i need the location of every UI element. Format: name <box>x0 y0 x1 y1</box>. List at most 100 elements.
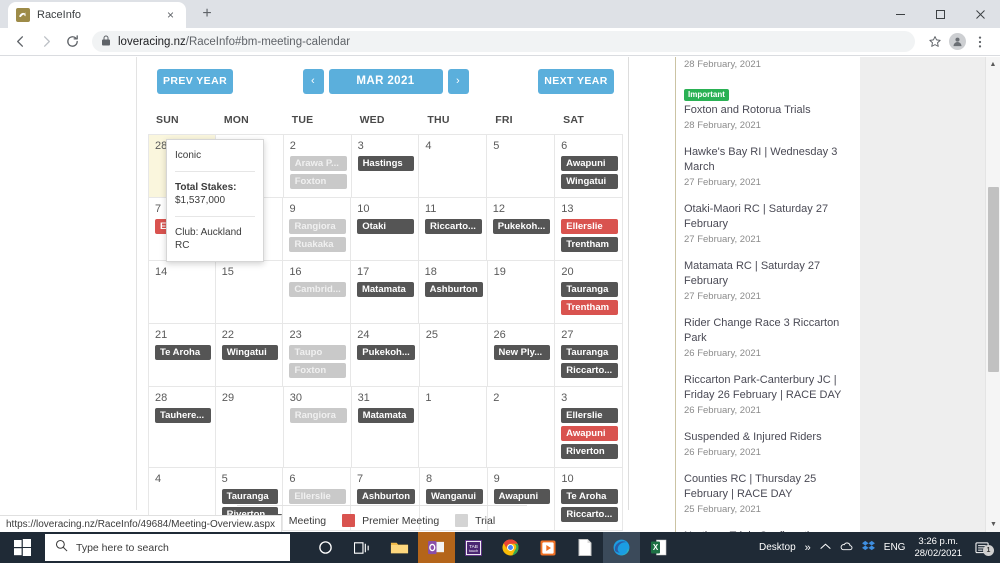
onedrive-icon[interactable] <box>840 541 853 555</box>
current-month-label[interactable]: MAR 2021 <box>328 68 443 94</box>
address-bar[interactable]: loveracing.nz/RaceInfo#bm-meeting-calend… <box>92 31 915 52</box>
calendar-day-cell[interactable]: 14 <box>148 261 216 324</box>
calendar-day-cell[interactable]: 29 <box>215 387 284 468</box>
meeting-badge-meeting[interactable]: Ashburton <box>424 282 483 297</box>
calendar-day-cell[interactable]: 31 Matamata <box>351 387 420 468</box>
calendar-day-cell[interactable]: 22 Wingatui <box>215 324 284 387</box>
language-indicator[interactable]: ENG <box>884 542 906 553</box>
tray-overflow-label[interactable]: » <box>805 542 811 554</box>
calendar-day-cell[interactable]: 10 Otaki <box>351 198 419 261</box>
news-item[interactable]: Important Foxton and Rotorua Trials 28 Feb… <box>684 84 850 132</box>
meeting-badge-trial[interactable]: Cambrid... <box>289 282 346 297</box>
meeting-badge-trial[interactable]: Taupo <box>289 345 347 360</box>
meeting-badge-meeting[interactable]: Hastings <box>357 156 415 171</box>
profile-avatar-icon[interactable] <box>949 33 966 50</box>
calendar-day-cell[interactable]: 21 Te Aroha <box>148 324 216 387</box>
news-title[interactable]: Riccarton Park-Canterbury JC | Friday 26… <box>684 373 850 403</box>
news-title[interactable]: Foxton and Rotorua Trials <box>684 103 850 118</box>
news-title[interactable]: Matamata RC | Saturday 27 February <box>684 259 850 289</box>
page-scrollbar[interactable]: ▲ ▼ <box>985 57 1000 532</box>
news-title[interactable]: Rider Change Race 3 Riccarton Park <box>684 316 850 346</box>
taskbar-clock[interactable]: 3:26 p.m. 28/02/2021 <box>914 536 962 560</box>
meeting-badge-meeting[interactable]: Tauranga <box>561 282 618 297</box>
news-item[interactable]: Counties RC | Thursday 25 February | RAC… <box>684 472 850 516</box>
calendar-day-cell[interactable]: 5 <box>487 135 556 198</box>
meeting-badge-meeting[interactable]: Matamata <box>357 408 415 423</box>
calendar-day-cell[interactable]: 17 Matamata <box>350 261 419 324</box>
meeting-badge-trial[interactable]: Foxton <box>289 363 347 378</box>
taskbar-search-input[interactable]: Type here to search <box>45 534 290 561</box>
file-explorer-icon[interactable] <box>381 532 418 563</box>
news-item[interactable]: Rider Change Race 3 Riccarton Park 26 Feb… <box>684 316 850 360</box>
meeting-badge-meeting[interactable]: Ashburton <box>356 489 416 504</box>
meeting-badge-trial[interactable]: Rangiora <box>289 219 347 234</box>
calendar-day-cell[interactable]: 3 Ellerslie Awapuni Riverton <box>555 387 623 468</box>
windows-start-icon[interactable] <box>0 532 44 563</box>
calendar-day-cell[interactable]: 19 <box>487 261 556 324</box>
new-tab-button[interactable]: + <box>194 1 220 27</box>
tab-raceinfo[interactable]: RaceInfo × <box>8 2 186 28</box>
meeting-badge-meeting[interactable]: Trentham <box>561 237 618 252</box>
meeting-badge-meeting[interactable]: Otaki <box>357 219 414 234</box>
notepad-icon[interactable] <box>566 532 603 563</box>
minimize-icon[interactable] <box>880 0 920 28</box>
news-title[interactable]: Suspended & Injured Riders <box>684 430 850 445</box>
media-player-icon[interactable] <box>529 532 566 563</box>
dropbox-icon[interactable] <box>861 540 875 555</box>
calendar-day-cell[interactable]: 24 Pukekoh... <box>351 324 420 387</box>
news-item[interactable]: Otaki-Maori RC | Saturday 27 February 27 … <box>684 202 850 246</box>
meeting-badge-meeting[interactable]: Riccarto... <box>424 219 482 234</box>
scroll-up-arrow-icon[interactable]: ▲ <box>986 57 1000 72</box>
news-item[interactable]: Matamata RC | Saturday 27 February 27 Feb… <box>684 259 850 303</box>
news-item[interactable]: Riccarton Park-Canterbury JC | Friday 26… <box>684 373 850 417</box>
notification-center-icon[interactable]: 1 <box>971 541 994 556</box>
calendar-day-cell[interactable]: 3 Hastings <box>351 135 420 198</box>
meeting-badge-meeting[interactable]: Pukekoh... <box>492 219 551 234</box>
calendar-day-cell[interactable]: 13 Ellerslie Trentham <box>555 198 623 261</box>
calendar-day-cell[interactable]: 27 Tauranga Riccarto... <box>555 324 623 387</box>
prev-month-button[interactable]: ‹ <box>302 68 324 94</box>
meeting-badge-meeting[interactable]: Pukekoh... <box>357 345 415 360</box>
news-item[interactable]: 28 February, 2021 <box>684 58 850 71</box>
calendar-day-cell[interactable]: 1 <box>419 387 488 468</box>
meeting-badge-meeting[interactable]: Tauranga <box>221 489 279 504</box>
calendar-day-cell[interactable]: 20 Tauranga Trentham <box>555 261 623 324</box>
meeting-badge-trial[interactable]: Ellerslie <box>289 489 346 504</box>
meeting-badge-premier[interactable]: Awapuni <box>561 426 618 441</box>
maximize-icon[interactable] <box>920 0 960 28</box>
meeting-badge-meeting[interactable]: Matamata <box>356 282 414 297</box>
news-title[interactable]: Counties RC | Thursday 25 February | RAC… <box>684 472 850 502</box>
reload-icon[interactable] <box>60 30 84 54</box>
show-hidden-icons-icon[interactable] <box>820 542 831 554</box>
meeting-badge-trial[interactable]: Rangiora <box>289 408 347 423</box>
calendar-day-cell[interactable]: 16 Cambrid... <box>283 261 351 324</box>
meeting-badge-premier[interactable]: Trentham <box>561 300 618 315</box>
chrome-icon[interactable] <box>492 532 529 563</box>
calendar-day-cell[interactable]: 11 Riccarto... <box>418 198 487 261</box>
next-year-button[interactable]: NEXT YEAR <box>538 68 614 94</box>
calendar-day-cell[interactable]: 18 Ashburton <box>418 261 488 324</box>
calendar-day-cell[interactable]: 28 Tauhere... <box>148 387 216 468</box>
meeting-badge-trial[interactable]: Ruakaka <box>289 237 347 252</box>
back-arrow-icon[interactable] <box>8 30 32 54</box>
meeting-badge-trial[interactable]: Arawa P... <box>289 156 347 171</box>
calendar-day-cell[interactable]: 12 Pukekoh... <box>486 198 556 261</box>
meeting-badge-meeting[interactable]: Tauhere... <box>155 408 211 423</box>
cortana-icon[interactable] <box>307 532 344 563</box>
tab-close-icon[interactable]: × <box>163 8 178 23</box>
task-view-icon[interactable] <box>344 532 381 563</box>
meeting-badge-meeting[interactable]: Riccarto... <box>561 507 618 522</box>
next-month-button[interactable]: › <box>447 68 469 94</box>
calendar-day-cell[interactable]: 6 Awapuni Wingatui <box>555 135 623 198</box>
meeting-badge-meeting[interactable]: Awapuni <box>493 489 551 504</box>
meeting-badge-meeting[interactable]: New Ply... <box>493 345 551 360</box>
three-dot-menu-icon[interactable] <box>968 30 992 54</box>
calendar-day-cell[interactable]: 2 <box>487 387 556 468</box>
meeting-badge-trial[interactable]: Foxton <box>289 174 347 189</box>
star-icon[interactable] <box>923 30 947 54</box>
meeting-badge-meeting[interactable]: Ellerslie <box>561 408 618 423</box>
news-title[interactable]: Otaki-Maori RC | Saturday 27 February <box>684 202 850 232</box>
prev-year-button[interactable]: PREV YEAR <box>157 68 233 94</box>
meeting-badge-meeting[interactable]: Te Aroha <box>155 345 211 360</box>
scroll-down-arrow-icon[interactable]: ▼ <box>986 517 1000 532</box>
